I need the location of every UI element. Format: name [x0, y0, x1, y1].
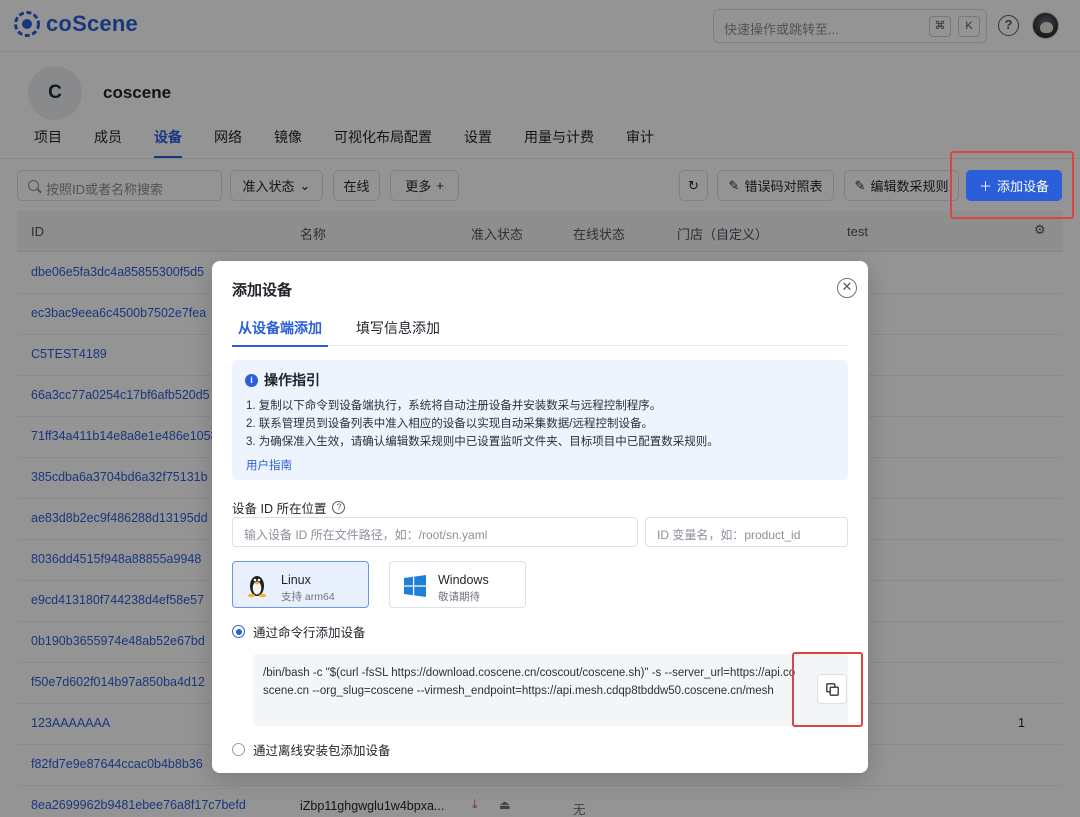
device-id-path-input[interactable]: 输入设备 ID 所在文件路径，如：/root/sn.yaml — [232, 517, 638, 547]
radio-add-via-offline-package[interactable]: 通过离线安装包添加设备 — [232, 740, 391, 759]
windows-subtitle: 敬请期待 — [438, 591, 480, 603]
linux-icon — [248, 576, 266, 598]
add-device-button-highlighted[interactable]: ＋ 添加设备 — [966, 170, 1062, 201]
highlight-box-copy — [792, 652, 863, 727]
radio-cli-label: 通过命令行添加设备 — [253, 626, 366, 640]
id-variable-input[interactable]: ID 变量名，如：product_id — [645, 517, 848, 547]
plus-icon: ＋ — [978, 179, 992, 194]
operation-guide-panel: i 操作指引 1. 复制以下命令到设备端执行，系统将自动注册设备并安装数采与远程… — [232, 360, 848, 480]
install-command-text: /bin/bash -c "$(curl -fsSL https://downl… — [263, 667, 796, 697]
guide-step-3: 3. 为确保准入生效，请确认编辑数采规则中已设置监听文件夹、目标项目中已配置数采… — [246, 436, 719, 448]
add-device-modal: 添加设备 ✕ 从设备端添加 填写信息添加 i 操作指引 1. 复制以下命令到设备… — [212, 261, 868, 773]
modal-title: 添加设备 — [232, 282, 293, 299]
device-id-location-label: 设备 ID 所在位置 ? — [232, 498, 346, 517]
radio-offline-label: 通过离线安装包添加设备 — [253, 744, 391, 758]
command-box: /bin/bash -c "$(curl -fsSL https://downl… — [253, 654, 848, 726]
user-guide-link[interactable]: 用户指南 — [246, 457, 292, 473]
os-option-windows[interactable]: Windows 敬请期待 — [389, 561, 526, 608]
guide-title: i 操作指引 — [245, 370, 320, 390]
guide-step-1: 1. 复制以下命令到设备端执行，系统将自动注册设备并安装数采与远程控制程序。 — [246, 400, 662, 412]
guide-title-text: 操作指引 — [264, 372, 320, 388]
info-icon: i — [245, 373, 258, 387]
radio-add-via-cli[interactable]: 通过命令行添加设备 — [232, 622, 366, 641]
question-icon[interactable]: ? — [332, 501, 346, 514]
tab-add-by-form[interactable]: 填写信息添加 — [350, 318, 446, 346]
radio-button-checked[interactable] — [232, 625, 245, 638]
windows-icon — [404, 575, 426, 597]
windows-label: Windows — [438, 573, 489, 587]
tab-add-from-device[interactable]: 从设备端添加 — [232, 318, 328, 347]
linux-label: Linux — [281, 573, 311, 587]
add-device-label: 添加设备 — [997, 179, 1050, 194]
modal-tabs: 从设备端添加 填写信息添加 — [232, 318, 848, 347]
linux-subtitle: 支持 arm64 — [281, 591, 335, 603]
path-placeholder: 输入设备 ID 所在文件路径，如：/root/sn.yaml — [244, 528, 488, 542]
guide-step-2: 2. 联系管理员到设备列表中准入相应的设备以实现自动采集数据/远程控制设备。 — [246, 418, 653, 430]
radio-button-unchecked[interactable] — [232, 743, 245, 756]
os-option-linux[interactable]: Linux 支持 arm64 — [232, 561, 369, 608]
device-id-location-text: 设备 ID 所在位置 — [232, 502, 327, 516]
variable-placeholder: ID 变量名，如：product_id — [657, 528, 801, 542]
close-icon[interactable]: ✕ — [837, 278, 857, 298]
